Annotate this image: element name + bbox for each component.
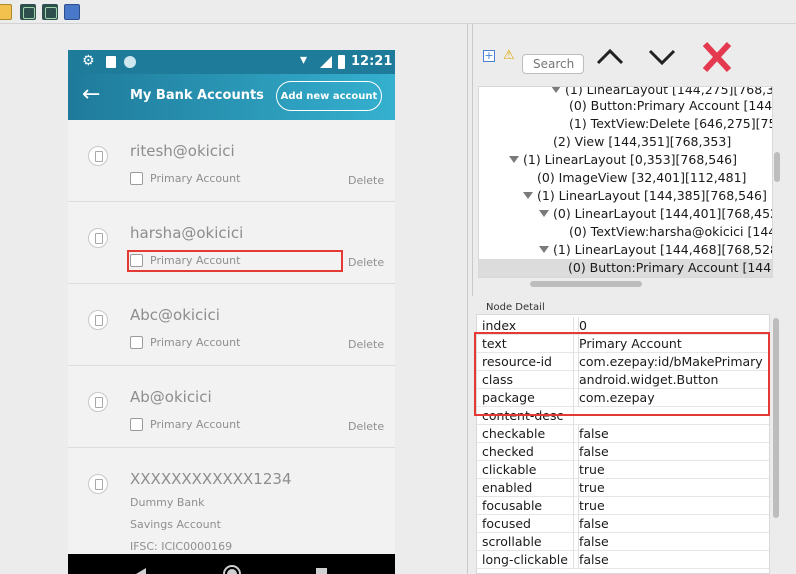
android-nav-bar (68, 554, 395, 574)
tree-node[interactable]: (0) ImageView [32,401][112,481] (537, 169, 746, 187)
phone-account-icon (88, 392, 108, 412)
phone-account-icon (88, 310, 108, 330)
tree-node[interactable]: (0) LinearLayout [144,401][768,452 (539, 205, 772, 223)
save-icon[interactable] (64, 4, 80, 20)
chevron-up-icon[interactable] (595, 42, 625, 72)
settings-gear-icon: ⚙ (82, 53, 95, 69)
delete-button[interactable]: Delete (348, 420, 384, 433)
table-row: focusable true (477, 497, 769, 515)
nav-back-icon[interactable] (136, 568, 146, 574)
nav-home-icon[interactable] (223, 565, 241, 574)
main-toolbar (0, 0, 796, 24)
close-icon[interactable] (701, 40, 733, 74)
bank-account-number: XXXXXXXXXXXX1234 (130, 470, 292, 488)
delete-button[interactable]: Delete (348, 338, 384, 351)
tree-horizontal-scrollbar[interactable] (530, 281, 642, 287)
list-item: harsha@okicici Primary Account Delete (68, 202, 395, 284)
table-row: long-clickable false (477, 551, 769, 569)
delete-button[interactable]: Delete (348, 256, 384, 269)
device-screenshot-icon[interactable] (20, 4, 36, 20)
device-screenshot-panel: ⚙ ▾ 12:21 ← My Bank Accounts Add new acc… (0, 24, 468, 574)
primary-account-checkbox[interactable] (130, 172, 143, 185)
status-bar: ⚙ ▾ 12:21 (68, 50, 395, 74)
tree-node[interactable]: (1) LinearLayout [0,353][768,546] (509, 151, 737, 169)
table-row: enabled true (477, 479, 769, 497)
bank-account-item[interactable]: XXXXXXXXXXXX1234 Dummy Bank Savings Acco… (68, 448, 395, 558)
signal-icon (320, 56, 332, 68)
table-row: clickable true (477, 461, 769, 479)
sd-card-icon (106, 56, 116, 68)
node-detail-scrollbar[interactable] (773, 318, 779, 518)
android-device-screen: ⚙ ▾ 12:21 ← My Bank Accounts Add new acc… (68, 50, 395, 574)
primary-account-label[interactable]: Primary Account (150, 336, 240, 349)
primary-account-checkbox[interactable] (130, 336, 143, 349)
list-item: Ab@okicici Primary Account Delete (68, 366, 395, 448)
bank-name: Dummy Bank (130, 496, 205, 509)
nav-recents-icon[interactable] (316, 568, 327, 574)
back-arrow-icon[interactable]: ← (82, 84, 100, 106)
app-bar: ← My Bank Accounts Add new account (68, 74, 395, 120)
bank-ifsc: IFSC: ICIC0000169 (130, 540, 233, 553)
primary-account-label[interactable]: Primary Account (150, 418, 240, 431)
tree-node[interactable]: (1) LinearLayout [144,385][768,546] (523, 187, 767, 205)
tree-node[interactable]: (0) TextView:harsha@okicici [144 (569, 223, 772, 241)
tree-node-selected[interactable]: (0) Button:Primary Account [144, (479, 259, 772, 277)
account-email: Abc@okicici (130, 306, 220, 324)
account-email: Ab@okicici (130, 388, 212, 406)
delete-button[interactable]: Delete (348, 174, 384, 187)
expand-all-icon[interactable]: + (483, 50, 495, 62)
battery-icon (338, 55, 345, 69)
warning-icon[interactable]: ⚠ (503, 48, 515, 63)
open-folder-icon[interactable] (0, 4, 12, 20)
bank-account-type: Savings Account (130, 518, 221, 531)
chevron-down-icon[interactable] (647, 42, 677, 72)
primary-account-label[interactable]: Primary Account (150, 172, 240, 185)
account-email: ritesh@okicici (130, 142, 235, 160)
page-title: My Bank Accounts (130, 88, 264, 103)
notification-circle-icon (124, 56, 136, 68)
phone-account-icon (88, 146, 108, 166)
table-row: focused false (477, 515, 769, 533)
table-row: checked false (477, 443, 769, 461)
accounts-list: ritesh@okicici Primary Account Delete ha… (68, 120, 395, 558)
hierarchy-tree: (1) LinearLayout [144,275][768,337] (0) … (478, 86, 773, 278)
tree-node[interactable]: (0) Button:Primary Account [144, (569, 97, 772, 115)
node-detail-highlight (474, 332, 770, 416)
phone-account-icon (88, 228, 108, 248)
list-item: ritesh@okicici Primary Account Delete (68, 120, 395, 202)
tree-vertical-scrollbar[interactable] (774, 152, 780, 182)
status-time: 12:21 (351, 54, 393, 69)
device-screenshot-compressed-icon[interactable] (42, 4, 58, 20)
list-item: Abc@okicici Primary Account Delete (68, 284, 395, 366)
table-row: checkable false (477, 425, 769, 443)
selected-element-highlight (127, 250, 343, 272)
tree-node[interactable]: (2) View [144,351][768,353] (553, 133, 731, 151)
primary-account-checkbox[interactable] (130, 418, 143, 431)
tree-node[interactable]: (1) TextView:Delete [646,275][75 (569, 115, 772, 133)
search-input[interactable] (522, 54, 584, 74)
table-row: scrollable false (477, 533, 769, 551)
node-detail-label: Node Detail (486, 302, 545, 313)
phone-account-icon (88, 474, 108, 494)
add-new-account-button[interactable]: Add new account (276, 81, 382, 111)
account-email: harsha@okicici (130, 224, 244, 242)
wifi-icon: ▾ (300, 52, 308, 68)
tree-node[interactable]: (1) LinearLayout [144,468][768,528 (539, 241, 772, 259)
